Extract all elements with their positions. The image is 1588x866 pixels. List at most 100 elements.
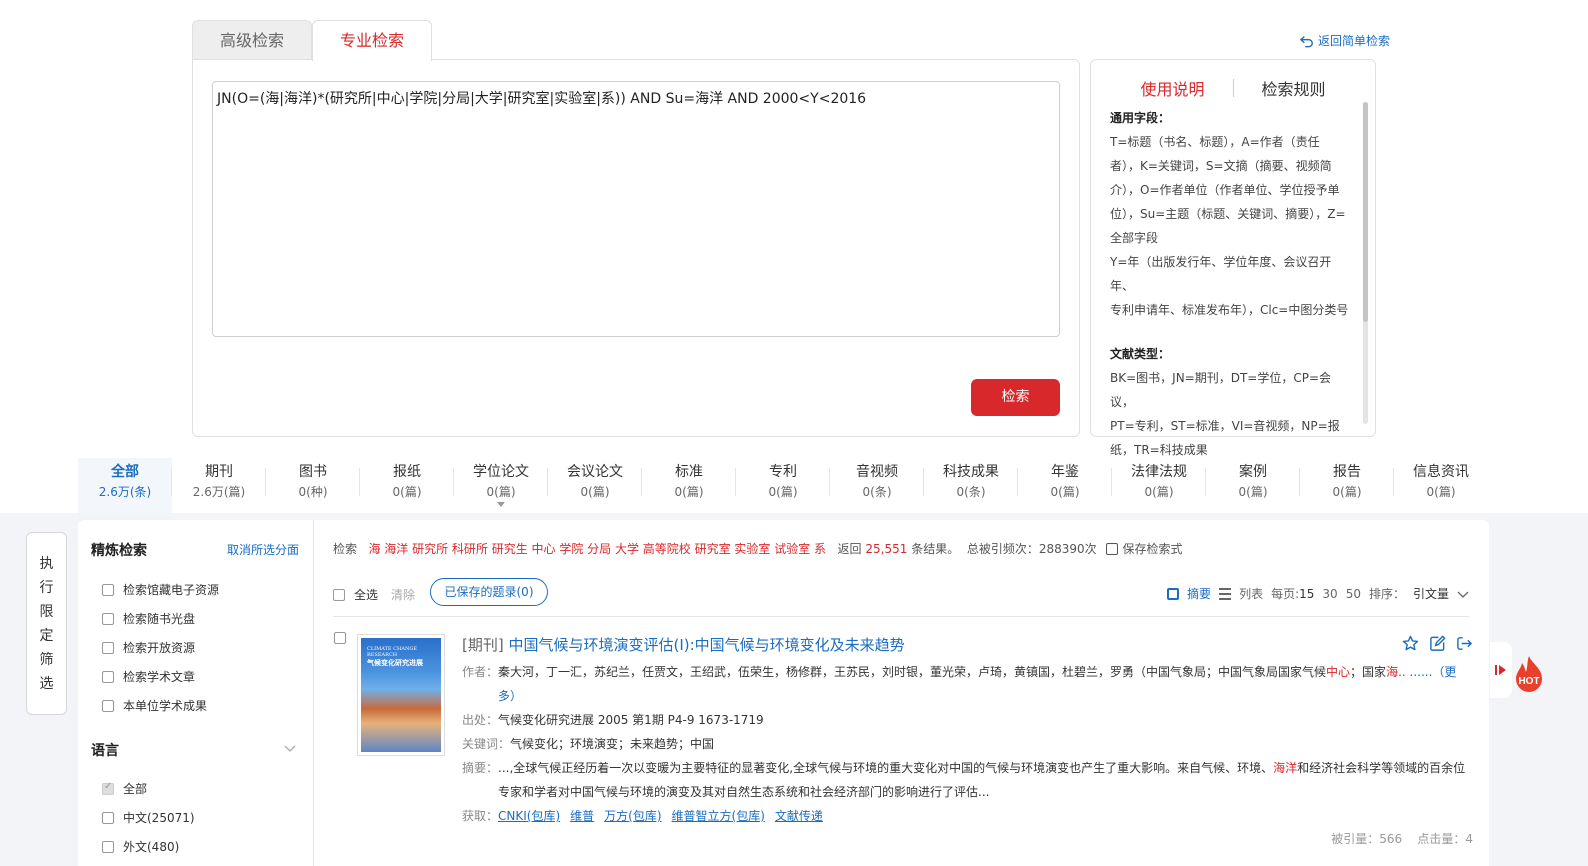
per-page-15[interactable]: 15	[1299, 587, 1314, 601]
result-title-link[interactable]: 中国气候与环境演变评估(I):中国气候与环境变化及未来趋势	[509, 636, 905, 654]
hot-flame-icon[interactable]: HOT	[1512, 654, 1546, 694]
type-count: 2.6万(条)	[98, 485, 152, 499]
help-scrollbar[interactable]	[1363, 102, 1368, 424]
option-label: 外文(480)	[123, 840, 180, 854]
access-link-cnki[interactable]: CNKI(包库)	[498, 809, 560, 823]
checkbox[interactable]	[102, 612, 114, 625]
option-label: 中文(25071)	[123, 811, 195, 825]
journal-cover[interactable]: CLIMATE CHANGE RESEARCH 气候变化研究进展	[357, 634, 445, 756]
checkbox[interactable]	[102, 641, 114, 654]
language-option[interactable]: 中文(25071)	[102, 803, 195, 832]
list-view-toggle[interactable]: 列表	[1239, 585, 1263, 602]
refine-option[interactable]: 本单位学术成果	[102, 691, 219, 720]
query-textarea[interactable]: JN(O=(海|海洋)*(研究所|中心|学院|分局|大学|研究室|实验室|系))…	[212, 81, 1060, 337]
language-options: 全部 中文(25071) 外文(480)	[102, 774, 195, 861]
type-tab-law[interactable]: 法律法规 0(篇)	[1112, 458, 1206, 513]
authors-highlight: 中心	[1326, 665, 1351, 679]
cited-count: 被引量：566	[1331, 832, 1403, 846]
summary-view-toggle[interactable]: 摘要	[1187, 585, 1211, 602]
summary-view-icon[interactable]	[1167, 587, 1180, 600]
search-mode-tabs: 高级检索 专业检索	[192, 20, 432, 61]
result-checkbox[interactable]	[334, 632, 346, 644]
type-name: 年鉴	[1051, 464, 1079, 480]
authors-label: 作者：	[462, 665, 499, 679]
search-button[interactable]: 检索	[971, 379, 1060, 416]
more-authors-link[interactable]: ......（更	[1410, 665, 1457, 679]
chevron-down-icon[interactable]	[1457, 588, 1469, 600]
cancel-facets-link[interactable]: 取消所选分面	[227, 541, 299, 558]
type-tab-journal[interactable]: 期刊 2.6万(篇)	[172, 458, 266, 513]
list-view-icon[interactable]	[1219, 587, 1232, 600]
results-toolbar: 全选 清除 已保存的题录(0) 摘要 列表 每页:15 30 50 排序： 引文…	[333, 578, 1469, 608]
language-facet-title[interactable]: 语言	[91, 740, 119, 760]
type-tab-all[interactable]: 全部 2.6万(条)	[78, 458, 172, 513]
checkbox[interactable]	[333, 588, 345, 601]
scrollbar-thumb[interactable]	[1363, 102, 1368, 322]
tab-professional-search[interactable]: 专业检索	[312, 20, 432, 61]
save-icon[interactable]	[1106, 543, 1119, 555]
refine-option[interactable]: 检索随书光盘	[102, 604, 219, 633]
authors-text: 秦大河，丁一汇，苏纪兰，任贾文，王绍武，伍荣生，杨修群，王苏民，刘时银，董光荣，…	[498, 665, 1327, 679]
execute-filter-button[interactable]: 执 行 限 定 筛 选	[26, 532, 67, 715]
type-tab-yearbook[interactable]: 年鉴 0(篇)	[1018, 458, 1112, 513]
type-tab-report[interactable]: 报告 0(篇)	[1300, 458, 1394, 513]
checkbox[interactable]	[102, 670, 114, 683]
keywords-label: 关键词：	[462, 737, 511, 751]
access-link-vip-zhilifang[interactable]: 维普智立方(包库)	[672, 809, 765, 823]
type-name: 法律法规	[1131, 464, 1187, 480]
access-link-wanfang[interactable]: 万方(包库)	[604, 809, 661, 823]
exec-filter-char: 行	[39, 579, 54, 596]
type-tab-conference[interactable]: 会议论文 0(篇)	[548, 458, 642, 513]
chevron-down-icon[interactable]	[284, 742, 296, 754]
refine-title: 精炼检索	[91, 543, 147, 559]
type-name: 图书	[299, 464, 327, 480]
language-option[interactable]: 外文(480)	[102, 832, 195, 861]
star-icon[interactable]	[1402, 635, 1419, 652]
result-count: 25,551	[865, 542, 908, 556]
type-tab-video[interactable]: 音视频 0(条)	[830, 458, 924, 513]
refine-option[interactable]: 检索学术文章	[102, 662, 219, 691]
type-name: 会议论文	[567, 464, 623, 480]
tab-usage-instructions[interactable]: 使用说明	[1112, 76, 1232, 100]
access-link-document-delivery[interactable]: 文献传递	[775, 809, 823, 823]
more-authors-link[interactable]: 多）	[498, 689, 522, 703]
type-tab-books[interactable]: 图书 0(种)	[266, 458, 360, 513]
edit-note-icon[interactable]	[1429, 635, 1446, 652]
share-icon[interactable]	[1456, 635, 1473, 652]
tab-advanced-search[interactable]: 高级检索	[192, 20, 312, 60]
checkbox[interactable]	[102, 699, 114, 712]
checkbox[interactable]	[102, 583, 114, 596]
side-expand-button[interactable]	[1490, 642, 1512, 698]
clear-button[interactable]: 清除	[391, 586, 415, 603]
help-line: T=标题（书名、标题），A=作者（责任	[1110, 135, 1320, 149]
save-query-link[interactable]: 保存检索式	[1122, 542, 1182, 556]
type-count: 0(篇)	[392, 485, 422, 499]
per-page-50[interactable]: 50	[1346, 587, 1361, 601]
help-line: 全部字段	[1110, 231, 1159, 245]
refine-option[interactable]: 检索开放资源	[102, 633, 219, 662]
type-name: 学位论文	[473, 464, 529, 480]
select-all[interactable]: 全选	[333, 586, 378, 603]
checkbox[interactable]	[102, 781, 114, 795]
exec-filter-char: 筛	[39, 651, 54, 668]
saved-records-button[interactable]: 已保存的题录(0)	[430, 578, 548, 606]
query-panel: JN(O=(海|海洋)*(研究所|中心|学院|分局|大学|研究室|实验室|系))…	[192, 59, 1080, 437]
tab-search-rules[interactable]: 检索规则	[1234, 76, 1354, 100]
access-link-vip[interactable]: 维普	[570, 809, 594, 823]
back-to-simple-search-link[interactable]: 返回简单检索	[1300, 32, 1390, 49]
refine-option[interactable]: 检索馆藏电子资源	[102, 575, 219, 604]
type-tab-achievements[interactable]: 科技成果 0(条)	[924, 458, 1018, 513]
exec-filter-char: 定	[39, 627, 54, 644]
checkbox[interactable]	[102, 840, 114, 853]
language-option[interactable]: 全部	[102, 774, 195, 803]
checkbox[interactable]	[102, 811, 114, 824]
type-tab-news[interactable]: 信息资讯 0(篇)	[1394, 458, 1488, 513]
type-tab-patent[interactable]: 专利 0(篇)	[736, 458, 830, 513]
type-tab-standard[interactable]: 标准 0(篇)	[642, 458, 736, 513]
type-tab-thesis[interactable]: 学位论文 0(篇)	[454, 458, 548, 513]
type-tab-case[interactable]: 案例 0(篇)	[1206, 458, 1300, 513]
per-page-30[interactable]: 30	[1322, 587, 1337, 601]
sort-dropdown[interactable]: 引文量	[1413, 585, 1449, 602]
type-tab-newspaper[interactable]: 报纸 0(篇)	[360, 458, 454, 513]
abstract-text: 和经济社会科学等领域的百余位	[1297, 761, 1466, 775]
